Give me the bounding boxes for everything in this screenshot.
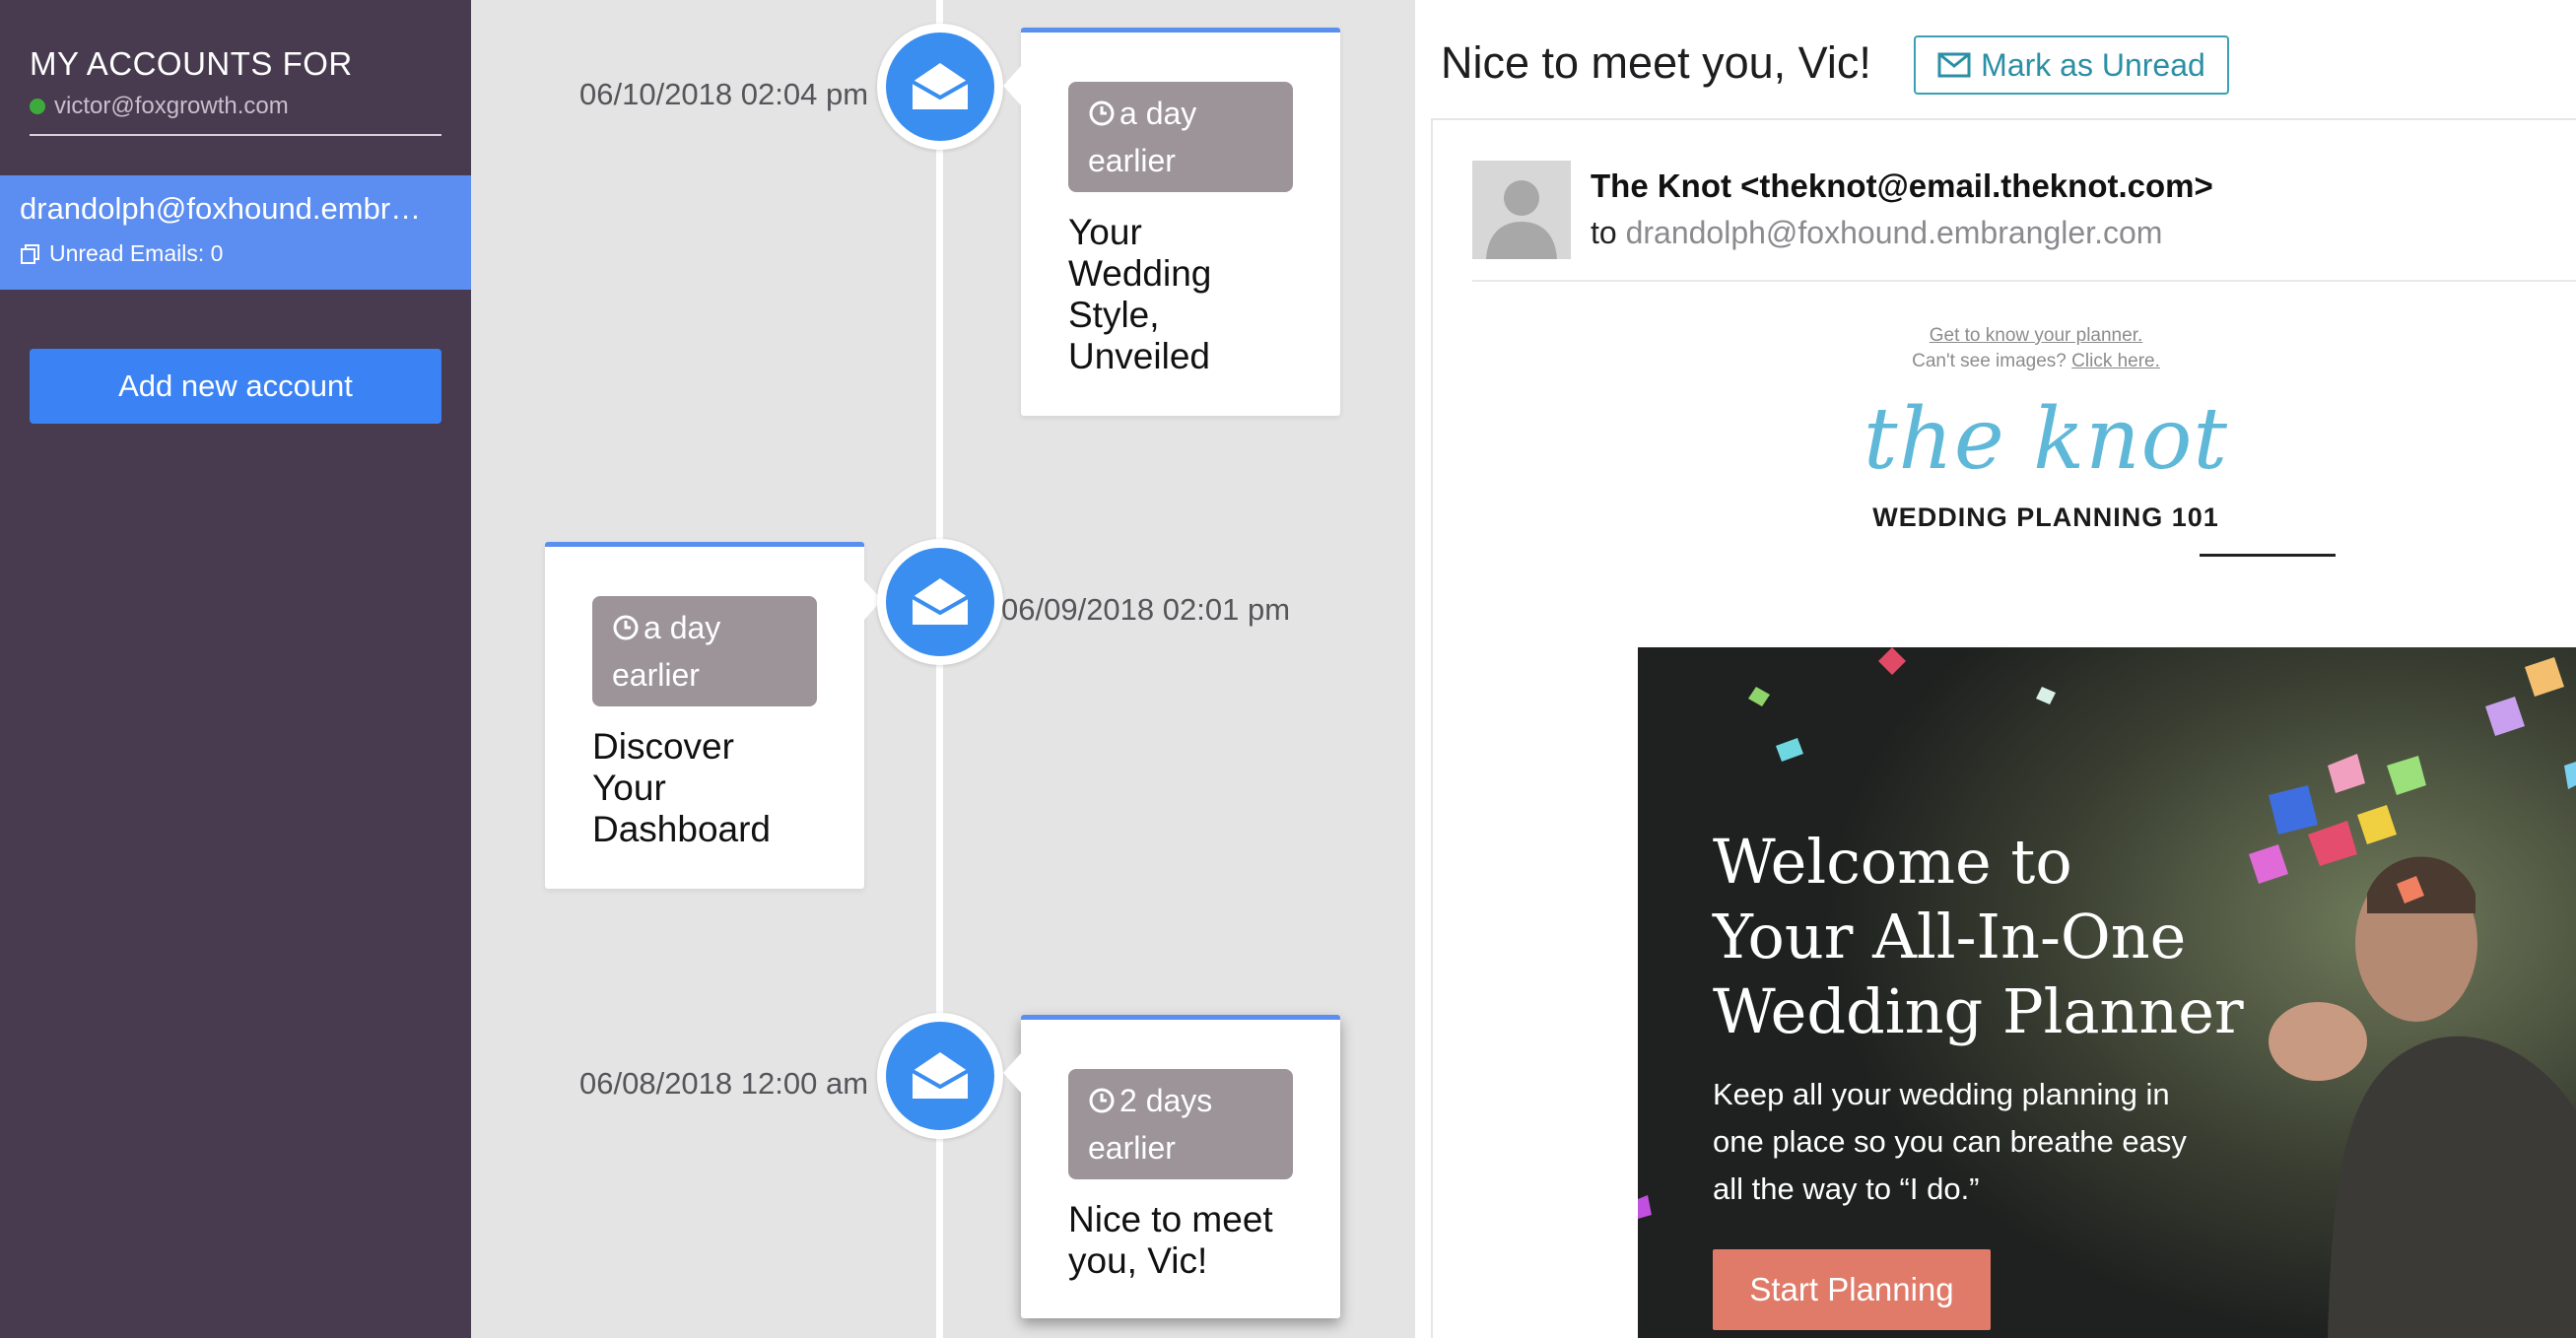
hero-title-line: Welcome to [1713,826,2072,898]
envelope-open-icon [912,578,969,625]
planner-link[interactable]: Get to know your planner. [1930,325,2143,346]
user-silhouette-icon [1486,180,1557,259]
email-title: Nice to meet you, Vic! [1441,37,1871,88]
sidebar-title: MY ACCOUNTS FOR [30,45,353,82]
logo-subtitle: WEDDING PLANNING 101 [1872,502,2219,532]
header-divider [1472,280,2576,282]
clock-icon [1089,1088,1115,1113]
online-status-icon [30,99,45,114]
mark-unread-button[interactable]: Mark as Unread [1914,35,2229,95]
to-prefix: to [1591,215,1617,250]
timeline-node[interactable] [877,24,1003,150]
envelope-open-icon [912,63,969,109]
timeline-card[interactable]: a day earlier Discover Your Dashboard [545,542,882,889]
add-account-button[interactable]: Add new account [30,349,441,424]
current-user: victor@foxgrowth.com [30,93,441,120]
hero-description: Keep all your wedding planning in one pl… [1713,1077,2187,1206]
hero-title: Welcome to Your All-In-One Wedding Plann… [1713,825,2244,1049]
sidebar-divider [30,134,441,136]
timeline-date: 06/09/2018 02:01 pm [1001,592,1291,627]
time-ago-badge: 2 days earlier [1068,1069,1293,1179]
hero-title-line: Wedding Planner [1713,975,2244,1047]
email-timeline[interactable]: 06/10/2018 02:04 pm a day earlier Your W… [471,0,1415,1338]
timeline-card[interactable]: a day earlier Your Wedding Style, Unveil… [1003,28,1340,416]
email-to: to drandolph@foxhound.embrangler.com [1591,215,2162,251]
time-ago-badge: a day earlier [592,596,817,706]
sidebar-header: MY ACCOUNTS FOR victor@foxgrowth.com [30,45,441,136]
preheader-line-2: Can't see images? Click here. [1829,351,2243,372]
envelope-icon [1937,52,1971,78]
timeline-node[interactable] [877,1013,1003,1139]
preheader-text: Can't see images? [1912,351,2067,371]
account-unread-count: Unread Emails: 0 [20,240,451,267]
email-subject: Discover Your Dashboard [592,726,772,849]
email-view: Nice to meet you, Vic! Mark as Unread Th… [1415,0,2576,1338]
logo-underline [2200,554,2336,557]
timeline-date: 06/10/2018 02:04 pm [579,77,869,111]
time-ago-badge: a day earlier [1068,82,1293,192]
envelope-open-icon [912,1052,969,1099]
start-planning-button[interactable]: Start Planning [1713,1249,1991,1330]
email-from: The Knot <theknot@email.theknot.com> [1591,167,2213,204]
the-knot-logo: the knot [1863,390,2228,489]
clock-icon [1089,100,1115,126]
clock-icon [613,615,639,640]
account-email: drandolph@foxhound.embr… [20,191,422,226]
timeline-date: 06/08/2018 12:00 am [579,1066,869,1101]
accounts-sidebar: MY ACCOUNTS FOR victor@foxgrowth.com dra… [0,0,471,1338]
timeline-node[interactable] [877,539,1003,665]
preheader-line-1: Get to know your planner. [1829,325,2243,347]
copy-icon [21,243,39,264]
mark-unread-label: Mark as Unread [1981,46,2205,83]
click-here-link[interactable]: Click here. [2071,351,2160,371]
current-user-email: victor@foxgrowth.com [54,93,289,119]
hero-banner: Welcome to Your All-In-One Wedding Plann… [1638,647,2576,1338]
hero-title-line: Your All-In-One [1713,901,2187,972]
sender-avatar [1472,161,1571,259]
to-address: drandolph@foxhound.embrangler.com [1625,215,2163,250]
email-subject: Nice to meet you, Vic! [1068,1199,1273,1281]
unread-label: Unread Emails: 0 [49,240,224,266]
email-subject: Your Wedding Style, Unveiled [1068,212,1212,376]
account-item-drandolph[interactable]: drandolph@foxhound.embr… Unread Emails: … [0,175,471,290]
timeline-card-selected[interactable]: 2 days earlier Nice to meet you, Vic! [1003,1015,1340,1318]
